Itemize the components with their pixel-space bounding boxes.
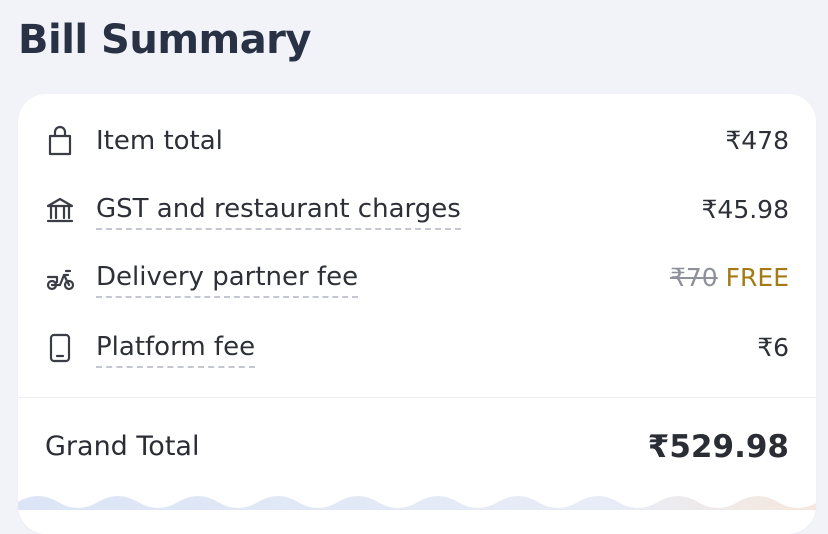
scooter-icon <box>44 262 76 294</box>
platform-fee-value: ₹6 <box>757 333 789 362</box>
bill-row-gst[interactable]: GST and restaurant charges ₹45.98 <box>18 190 816 230</box>
item-total-label: Item total <box>96 126 223 156</box>
bank-icon <box>44 194 76 226</box>
shopping-bag-icon <box>44 125 76 157</box>
delivery-fee-free-badge: FREE <box>725 263 789 292</box>
delivery-fee-original-value: ₹70 <box>669 263 718 292</box>
item-total-value: ₹478 <box>725 126 789 155</box>
page-title: Bill Summary <box>18 17 311 63</box>
divider <box>18 397 816 398</box>
gst-value: ₹45.98 <box>701 195 789 224</box>
bill-row-delivery[interactable]: Delivery partner fee ₹70 FREE <box>18 258 816 298</box>
delivery-fee-value: ₹70 FREE <box>670 258 789 298</box>
grand-total-label: Grand Total <box>45 431 200 462</box>
bill-row-item-total: Item total ₹478 <box>18 121 816 161</box>
gst-label[interactable]: GST and restaurant charges <box>96 190 461 230</box>
bill-summary-card: Item total ₹478 GST and restaurant charg… <box>18 94 816 534</box>
grand-total-value: ₹529.98 <box>647 429 789 465</box>
platform-fee-label[interactable]: Platform fee <box>96 328 256 368</box>
delivery-fee-label[interactable]: Delivery partner fee <box>96 258 359 298</box>
phone-icon <box>44 332 76 364</box>
bill-row-platform[interactable]: Platform fee ₹6 <box>18 328 816 368</box>
wave-decoration <box>18 496 816 510</box>
